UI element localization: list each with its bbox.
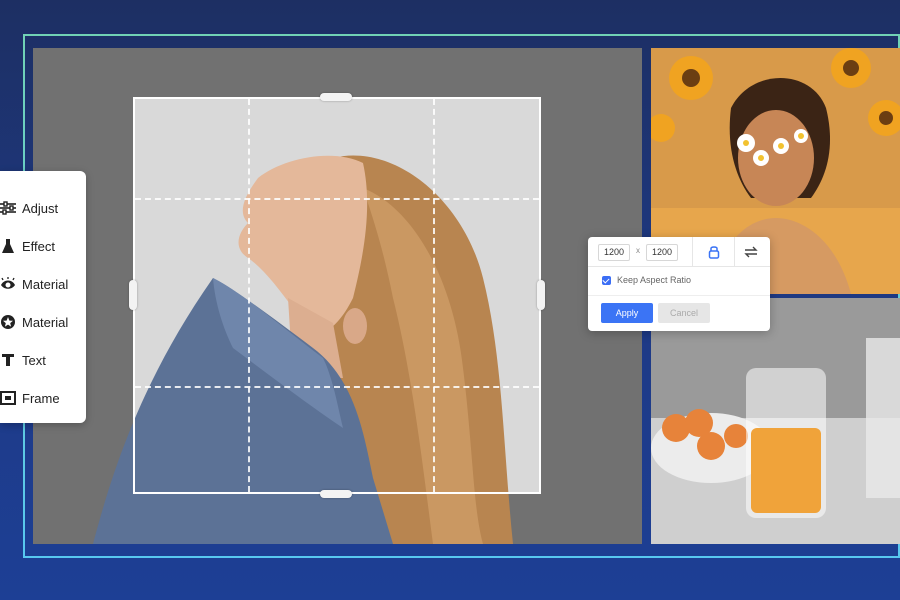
- tool-text[interactable]: Text: [0, 341, 86, 379]
- flask-icon: [0, 238, 16, 254]
- tool-frame[interactable]: Frame: [0, 379, 86, 417]
- cancel-button[interactable]: Cancel: [658, 303, 710, 323]
- star-icon: [0, 314, 16, 330]
- crop-grid-line: [135, 198, 539, 200]
- crop-grid-line: [433, 99, 435, 492]
- keep-aspect-checkbox[interactable]: [602, 275, 611, 285]
- tool-material-2[interactable]: Material: [0, 303, 86, 341]
- crop-grid-line: [248, 99, 250, 492]
- tool-label: Material: [22, 276, 69, 292]
- tool-label: Text: [22, 352, 46, 368]
- juice-glass-photo[interactable]: [651, 298, 900, 544]
- lock-icon: [708, 246, 720, 259]
- keep-aspect-label: Keep Aspect Ratio: [617, 275, 692, 285]
- tool-label: Effect: [22, 238, 56, 254]
- crop-box[interactable]: [133, 97, 541, 494]
- tool-label: Material: [22, 314, 69, 330]
- dimension-separator: x: [636, 246, 640, 255]
- height-input[interactable]: 1200: [646, 244, 678, 261]
- tool-label: Frame: [22, 390, 60, 406]
- swap-dimensions-button[interactable]: [742, 243, 760, 261]
- editing-canvas[interactable]: [33, 48, 642, 544]
- divider: [734, 237, 735, 267]
- crop-handle-left[interactable]: [129, 280, 137, 310]
- text-icon: [0, 352, 16, 368]
- tool-material-1[interactable]: Material: [0, 265, 86, 303]
- dimension-row: 1200 x 1200: [588, 237, 770, 267]
- sliders-icon: [0, 200, 16, 216]
- crop-handle-right[interactable]: [537, 280, 545, 310]
- keep-aspect-ratio-option[interactable]: Keep Aspect Ratio: [602, 275, 691, 285]
- tools-panel: Adjust Effect Material Material Text Fra…: [0, 171, 86, 423]
- divider: [692, 237, 693, 267]
- juice-glass-image: [651, 298, 900, 544]
- swap-icon: [744, 246, 758, 258]
- resize-dialog: 1200 x 1200 Keep Aspect Ratio Apply Canc…: [588, 237, 770, 331]
- tool-adjust[interactable]: Adjust: [0, 189, 86, 227]
- crop-grid-line: [135, 386, 539, 388]
- tool-label: Adjust: [22, 200, 59, 216]
- frame-icon: [0, 390, 16, 406]
- tool-effect[interactable]: Effect: [0, 227, 86, 265]
- crop-handle-bottom[interactable]: [320, 490, 352, 498]
- eye-icon: [0, 276, 16, 292]
- width-input[interactable]: 1200: [598, 244, 630, 261]
- apply-button[interactable]: Apply: [601, 303, 653, 323]
- crop-handle-top[interactable]: [320, 93, 352, 101]
- lock-button[interactable]: [704, 242, 724, 262]
- divider: [588, 295, 770, 296]
